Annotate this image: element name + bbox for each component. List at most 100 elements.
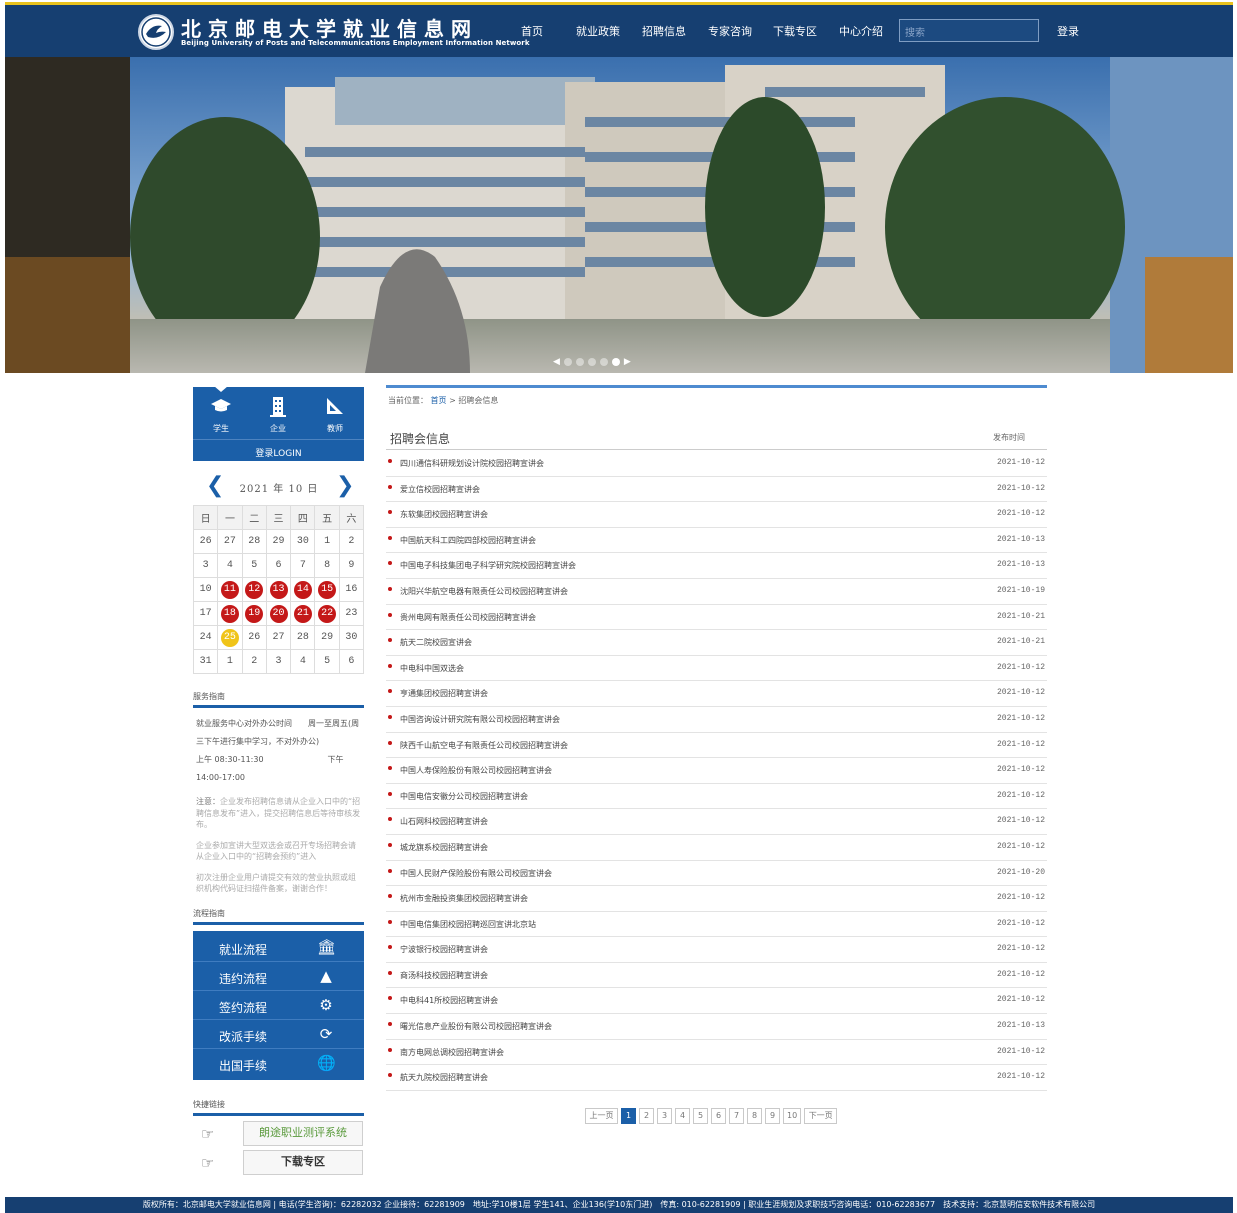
job-fair-link[interactable]: 杭州市金融投资集团校园招聘宣讲会 [400,893,528,904]
banner-dot[interactable] [599,358,608,366]
calendar-day[interactable]: 30 [338,625,365,650]
chevron-right-icon[interactable]: ❯ [336,474,354,498]
calendar-day[interactable]: 6 [338,649,365,674]
calendar-event-day[interactable]: 14 [290,577,316,602]
page-number-button[interactable]: 1 [621,1108,636,1124]
banner-prev-icon[interactable]: ◀ [553,357,560,367]
nav-recruitment-info[interactable]: 招聘信息 [642,23,686,39]
banner-dot[interactable] [575,358,584,366]
job-fair-link[interactable]: 中国人民财产保险股份有限公司校园宣讲会 [400,868,552,879]
flow-item-abroad[interactable]: 出国手续 🌐 [193,1049,364,1078]
nav-center-intro[interactable]: 中心介绍 [839,23,883,39]
calendar-day[interactable]: 6 [265,553,292,578]
calendar-day[interactable]: 9 [338,553,365,578]
job-fair-link[interactable]: 中国咨询设计研究院有限公司校园招聘宣讲会 [400,714,560,725]
calendar-day[interactable]: 3 [265,649,292,674]
calendar-event-day[interactable]: 20 [265,601,292,626]
calendar-day[interactable]: 4 [290,649,316,674]
job-fair-link[interactable]: 陕西千山航空电子有限责任公司校园招聘宣讲会 [400,740,568,751]
role-company[interactable]: 企业 [258,397,298,434]
calendar-day[interactable]: 24 [192,625,219,650]
job-fair-link[interactable]: 爱立信校园招聘宣讲会 [400,484,480,495]
calendar-event-day[interactable]: 13 [265,577,292,602]
nav-home[interactable]: 首页 [521,23,543,39]
page-number-button[interactable]: 4 [675,1108,690,1124]
next-page-button[interactable]: 下一页 [804,1108,838,1124]
calendar-day[interactable]: 1 [314,529,340,554]
calendar-day[interactable]: 26 [241,625,267,650]
role-login-button[interactable]: 登录LOGIN [193,439,364,461]
job-fair-link[interactable]: 沈阳兴华航空电器有限责任公司校园招聘宣讲会 [400,586,568,597]
page-number-button[interactable]: 6 [711,1108,726,1124]
calendar-event-day[interactable]: 12 [241,577,267,602]
banner-next-icon[interactable]: ▶ [624,357,631,367]
job-fair-link[interactable]: 商汤科技校园招聘宣讲会 [400,970,488,981]
calendar-day[interactable]: 31 [192,649,219,674]
download-zone-button[interactable]: 下载专区 [243,1150,363,1175]
banner-dot[interactable] [587,358,596,366]
job-fair-link[interactable]: 中国电信安徽分公司校园招聘宣讲会 [400,791,528,802]
calendar-day[interactable]: 2 [338,529,365,554]
banner-dot[interactable] [563,358,572,366]
job-fair-link[interactable]: 航天二院校园宣讲会 [400,637,472,648]
search-input[interactable]: 搜索 [899,19,1039,42]
breadcrumb-home[interactable]: 首页 [431,396,447,405]
job-fair-link[interactable]: 中国电信集团校园招聘巡回宣讲北京站 [400,919,536,930]
job-fair-link[interactable]: 中电科41所校园招聘宣讲会 [400,995,498,1006]
calendar-day[interactable]: 10 [192,577,219,602]
page-number-button[interactable]: 5 [693,1108,708,1124]
calendar-day[interactable]: 4 [217,553,243,578]
job-fair-link[interactable]: 航天九院校园招聘宣讲会 [400,1072,488,1083]
calendar-event-day[interactable]: 11 [217,577,243,602]
flow-item-signing[interactable]: 签约流程 ⚙ [193,991,364,1020]
university-logo-icon[interactable] [138,14,174,50]
calendar-day[interactable]: 2 [241,649,267,674]
calendar-day[interactable]: 25 [217,625,243,650]
hero-banner[interactable] [5,57,1233,373]
page-number-button[interactable]: 3 [657,1108,672,1124]
job-fair-link[interactable]: 中国航天科工四院四部校园招聘宣讲会 [400,535,536,546]
job-fair-link[interactable]: 贵州电网有限责任公司校园招聘宣讲会 [400,612,536,623]
flow-item-employment[interactable]: 就业流程 🏛 [193,933,364,962]
calendar-day[interactable]: 23 [338,601,365,626]
job-fair-link[interactable]: 东软集团校园招聘宣讲会 [400,509,488,520]
flow-item-reassign[interactable]: 改派手续 ⟳ [193,1020,364,1049]
role-student[interactable]: 学生 [201,397,241,434]
banner-dot-active[interactable] [611,358,620,366]
role-teacher[interactable]: 教师 [315,397,355,434]
calendar-day[interactable]: 8 [314,553,340,578]
job-fair-link[interactable]: 宁波银行校园招聘宣讲会 [400,944,488,955]
calendar-day[interactable]: 26 [192,529,219,554]
job-fair-link[interactable]: 南方电网总调校园招聘宣讲会 [400,1047,504,1058]
job-fair-link[interactable]: 四川通信科研规划设计院校园招聘宣讲会 [400,458,544,469]
calendar-day[interactable]: 5 [314,649,340,674]
prev-page-button[interactable]: 上一页 [585,1108,618,1124]
calendar-event-day[interactable]: 21 [290,601,316,626]
job-fair-link[interactable]: 中国人寿保险股份有限公司校园招聘宣讲会 [400,765,552,776]
job-fair-link[interactable]: 山石网科校园招聘宣讲会 [400,816,488,827]
calendar-day[interactable]: 29 [265,529,292,554]
nav-employment-policy[interactable]: 就业政策 [576,23,620,39]
page-number-button[interactable]: 10 [783,1108,802,1124]
page-number-button[interactable]: 7 [729,1108,744,1124]
assessment-system-button[interactable]: 朗途职业测评系统 [243,1121,363,1146]
page-number-button[interactable]: 9 [765,1108,780,1124]
calendar-day[interactable]: 5 [241,553,267,578]
calendar-event-day[interactable]: 22 [314,601,340,626]
calendar-event-day[interactable]: 15 [314,577,340,602]
calendar-day[interactable]: 30 [290,529,316,554]
flow-item-breach[interactable]: 违约流程 ▲ [193,962,364,991]
calendar-day[interactable]: 17 [192,601,219,626]
calendar-day[interactable]: 16 [338,577,365,602]
calendar-day[interactable]: 27 [265,625,292,650]
calendar-day[interactable]: 27 [217,529,243,554]
calendar-event-day[interactable]: 19 [241,601,267,626]
page-number-button[interactable]: 8 [747,1108,762,1124]
job-fair-link[interactable]: 亨通集团校园招聘宣讲会 [400,688,488,699]
calendar-event-day[interactable]: 18 [217,601,243,626]
job-fair-link[interactable]: 曙光信息产业股份有限公司校园招聘宣讲会 [400,1021,552,1032]
job-fair-link[interactable]: 中电科中国双选会 [400,663,464,674]
calendar-day[interactable]: 1 [217,649,243,674]
login-link[interactable]: 登录 [1057,23,1079,39]
job-fair-link[interactable]: 中国电子科技集团电子科学研究院校园招聘宣讲会 [400,560,576,571]
